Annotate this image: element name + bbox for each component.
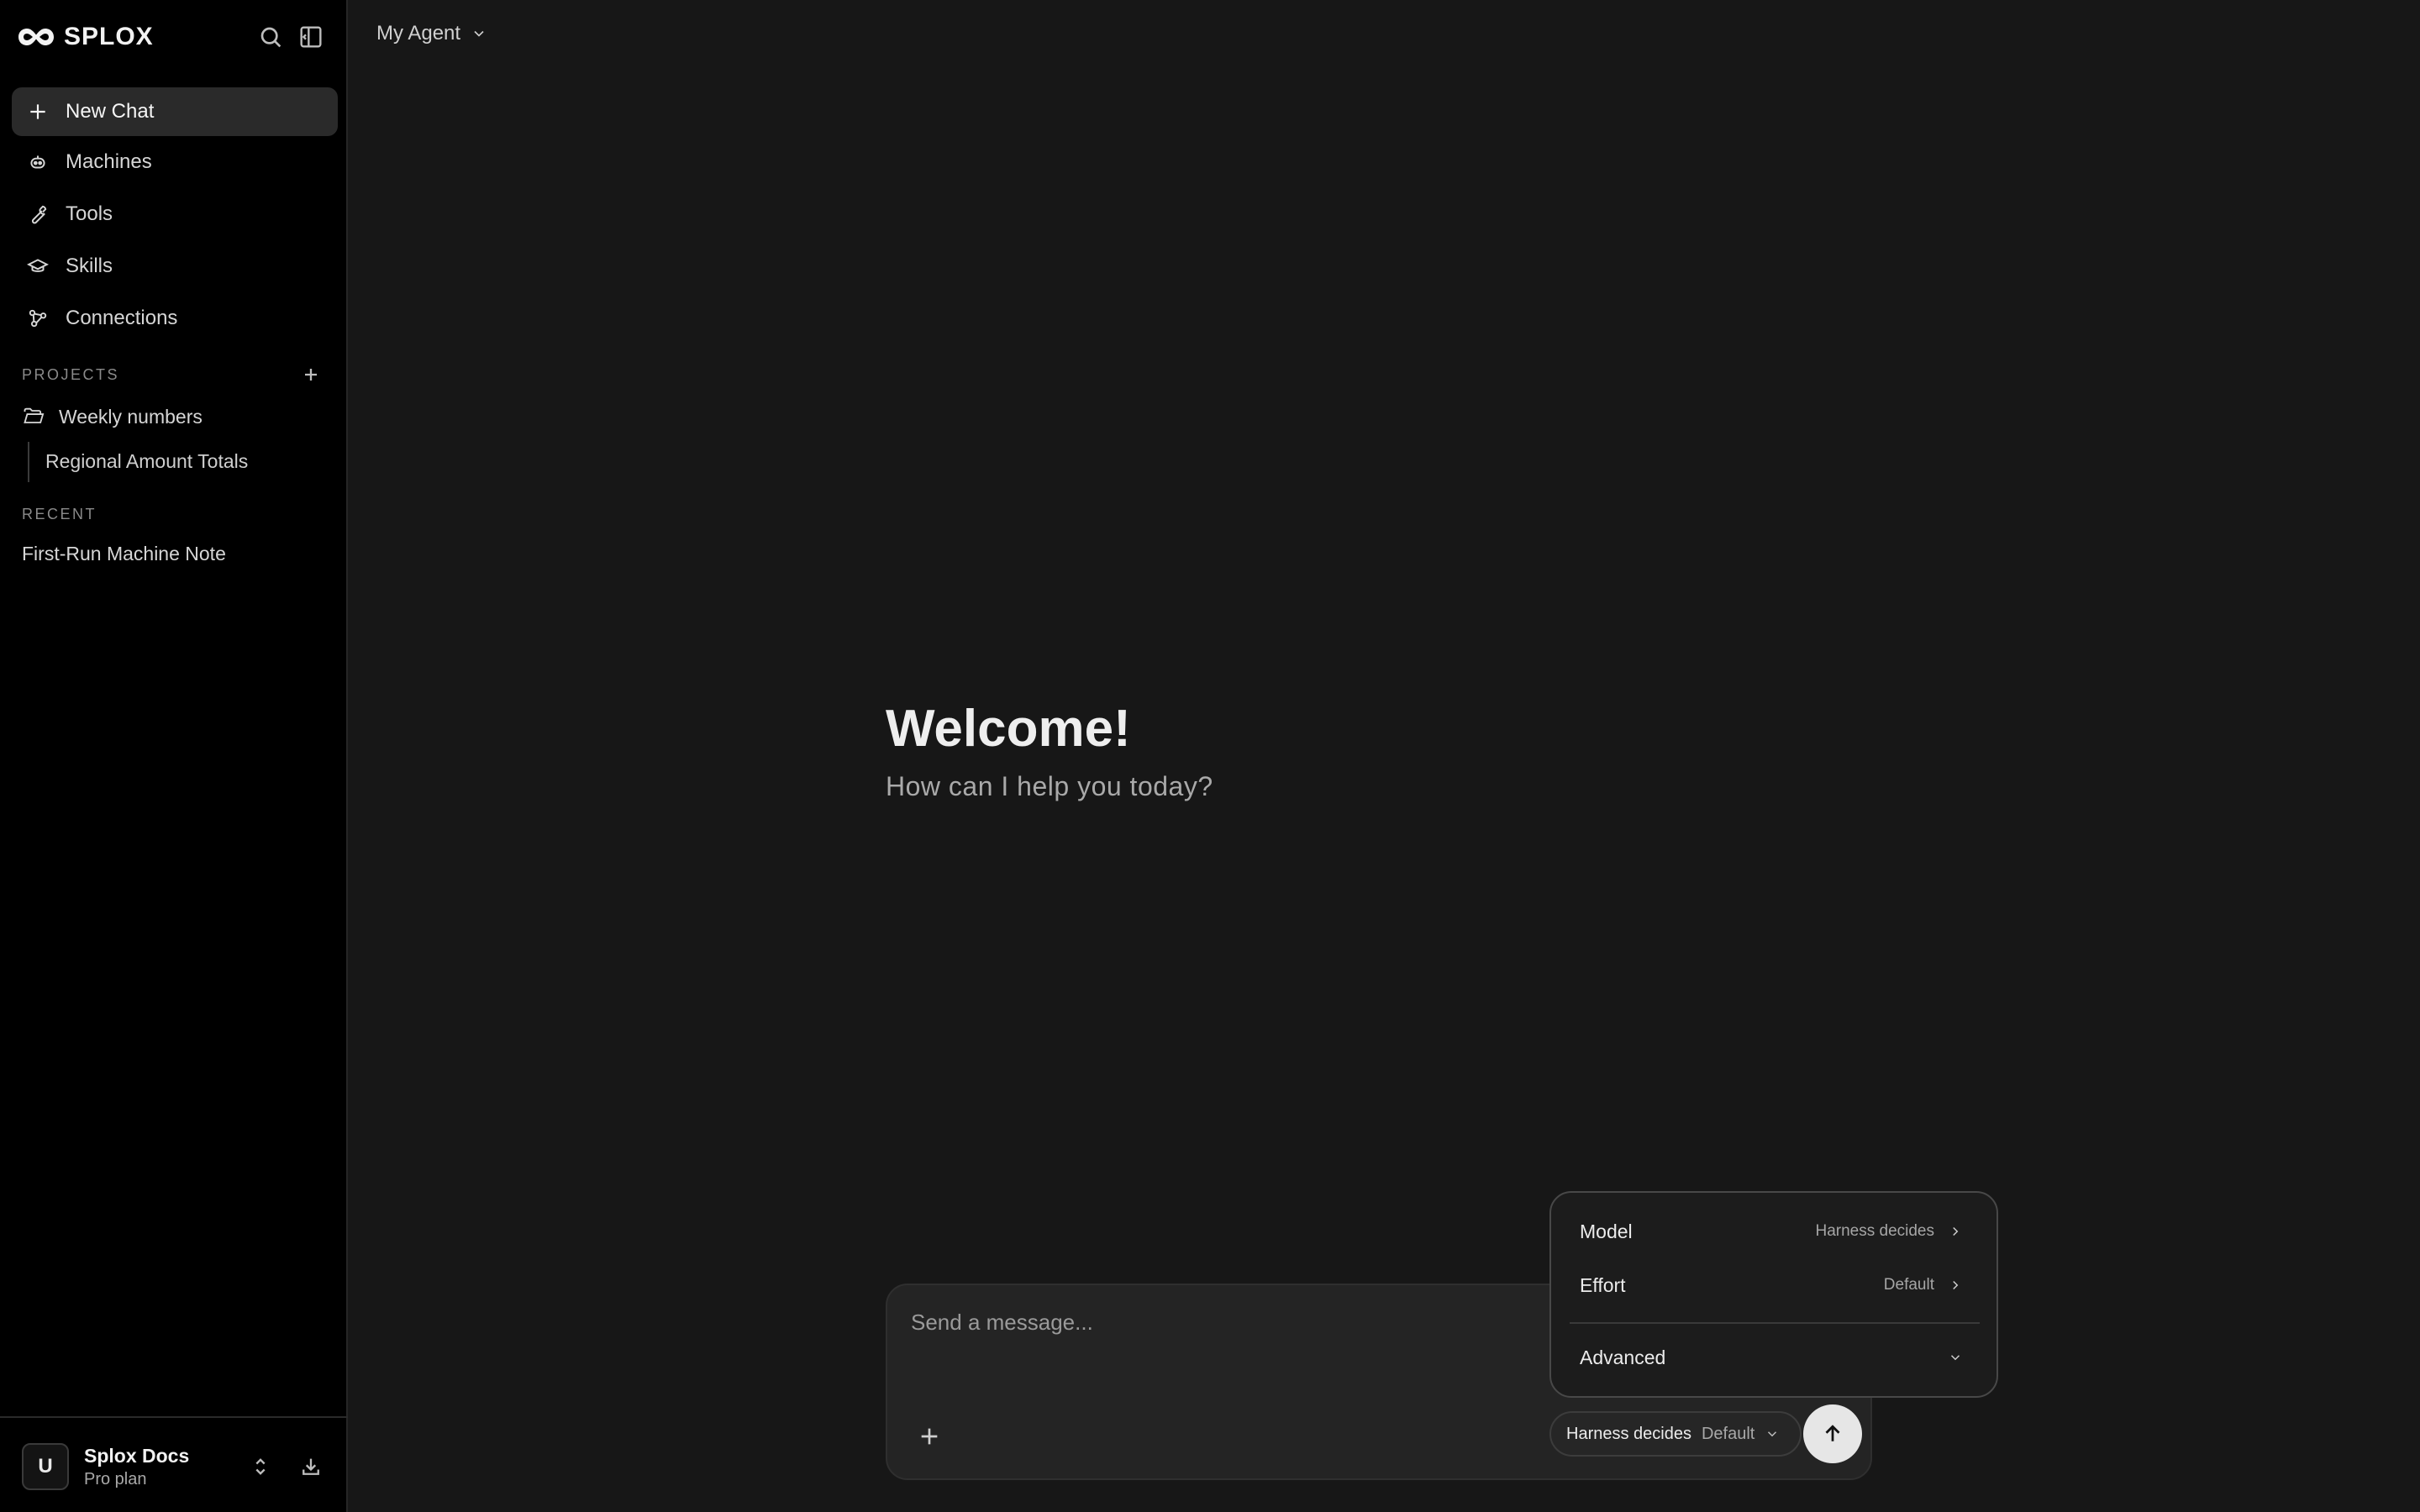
recent-heading: RECENT: [22, 506, 97, 522]
nodes-icon: [29, 309, 47, 328]
sidebar-item-label: Tools: [66, 202, 113, 225]
brand-logo[interactable]: SPLOX: [17, 22, 154, 52]
plus-icon: [921, 1428, 938, 1445]
project-chat-item[interactable]: Regional Amount Totals: [45, 450, 248, 473]
new-chat-button[interactable]: New Chat: [12, 87, 338, 136]
app-window: SPLOX New Chat Machines Tools Skills Con…: [0, 0, 2420, 1512]
chevron-down-icon: [1950, 1355, 1960, 1361]
model-settings-pill[interactable]: Harness decides Default: [1549, 1411, 1802, 1457]
effort-row-label: Effort: [1580, 1273, 1626, 1296]
sidebar-item-tools[interactable]: Tools: [12, 190, 338, 239]
infinity-logo-icon: [18, 29, 54, 45]
chevrons-up-down-icon[interactable]: [249, 1455, 272, 1478]
welcome-subtitle: How can I help you today?: [886, 771, 1213, 801]
message-input[interactable]: [911, 1305, 1583, 1339]
chevron-down-icon: [474, 30, 484, 37]
account-plan: Pro plan: [84, 1470, 147, 1488]
brand-name: SPLOX: [64, 23, 154, 50]
model-settings-popover: Model Harness decides Effort Default Adv…: [1549, 1191, 1998, 1398]
sidebar-item-label: Machines: [66, 150, 152, 173]
attach-button[interactable]: [916, 1423, 943, 1450]
robot-icon: [30, 155, 45, 169]
sidebar-item-label: Skills: [66, 255, 113, 277]
recent-chat-item[interactable]: First-Run Machine Note: [22, 543, 226, 565]
projects-heading: PROJECTS: [22, 366, 120, 383]
model-row[interactable]: Model Harness decides: [1551, 1206, 1996, 1257]
arrow-up-icon: [1825, 1425, 1840, 1441]
popover-divider: [1570, 1322, 1980, 1324]
sidebar: SPLOX New Chat Machines Tools Skills Con…: [0, 0, 348, 1512]
agent-name: My Agent: [376, 22, 461, 45]
graduation-cap-icon: [27, 259, 49, 272]
advanced-row-label: Advanced: [1580, 1346, 1666, 1368]
download-icon[interactable]: [299, 1455, 323, 1478]
wrench-icon: [32, 205, 47, 224]
account-name: Splox Docs: [84, 1445, 190, 1467]
project-folder-label: Weekly numbers: [59, 405, 203, 428]
agent-selector[interactable]: My Agent: [376, 22, 487, 45]
effort-row[interactable]: Effort Default: [1551, 1260, 1996, 1310]
sidebar-item-skills[interactable]: Skills: [12, 242, 338, 291]
plus-icon: [305, 369, 317, 381]
project-folder[interactable]: Weekly numbers: [22, 405, 203, 428]
folder-open-icon: [24, 407, 45, 423]
sidebar-item-machines[interactable]: Machines: [12, 138, 338, 186]
pill-effort-label: Default: [1701, 1424, 1755, 1443]
sidebar-item-label: Connections: [66, 307, 178, 329]
add-project-button[interactable]: [299, 363, 323, 386]
account-footer[interactable]: U Splox Docs Pro plan: [0, 1416, 348, 1512]
send-button[interactable]: [1803, 1404, 1862, 1463]
effort-row-value: Default: [1883, 1276, 1934, 1294]
welcome-heading: Welcome!: [886, 700, 1131, 758]
avatar: U: [22, 1443, 69, 1490]
new-chat-label: New Chat: [66, 100, 155, 123]
pill-model-label: Harness decides: [1566, 1424, 1691, 1443]
search-icon[interactable]: [257, 24, 284, 50]
model-row-value: Harness decides: [1815, 1222, 1934, 1240]
plus-icon: [30, 104, 45, 119]
sidebar-item-connections[interactable]: Connections: [12, 294, 338, 343]
collapse-sidebar-icon[interactable]: [297, 24, 324, 50]
tree-line: [28, 442, 29, 482]
chevron-right-icon: [1953, 1280, 1959, 1290]
model-row-label: Model: [1580, 1220, 1633, 1242]
advanced-row[interactable]: Advanced: [1551, 1332, 1996, 1383]
chevron-down-icon: [1768, 1431, 1777, 1437]
chevron-right-icon: [1953, 1226, 1959, 1236]
